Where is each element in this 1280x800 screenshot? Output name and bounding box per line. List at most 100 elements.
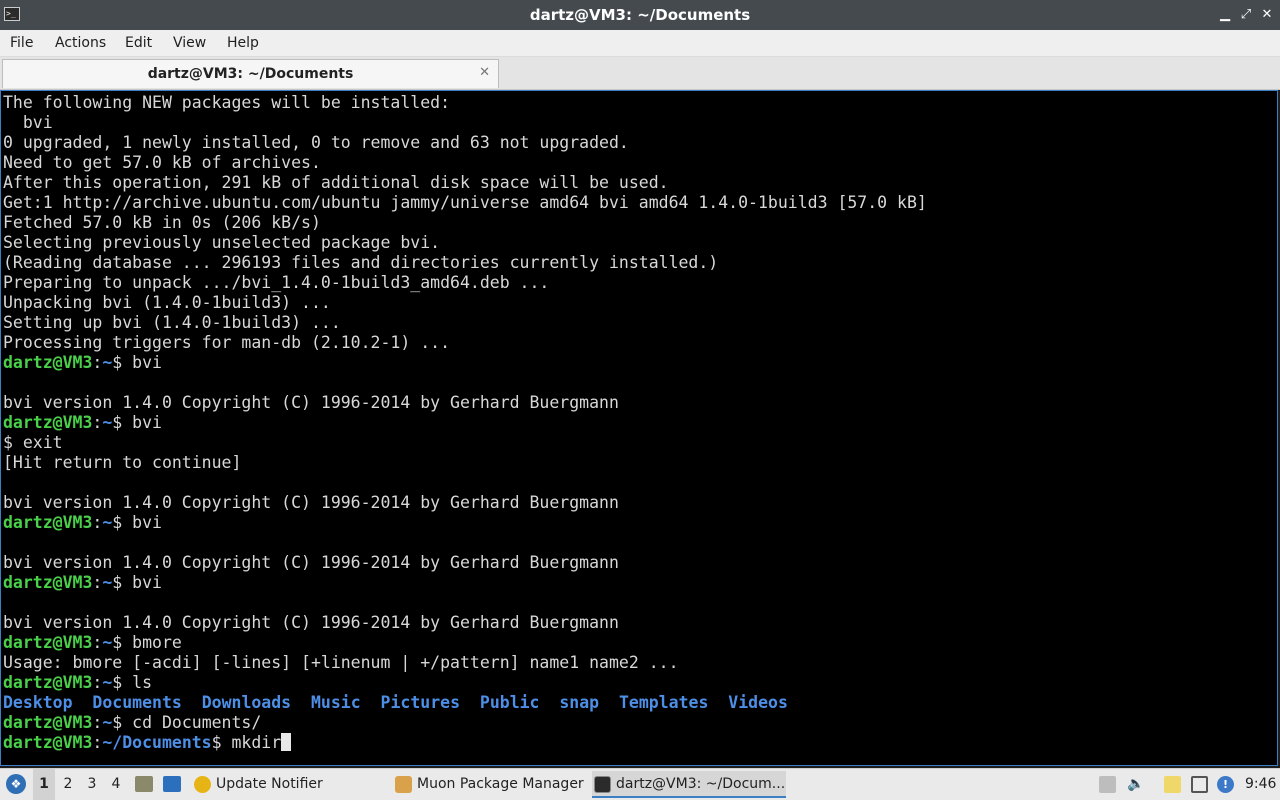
terminal-line: dartz@VM3:~$ bmore <box>3 633 182 652</box>
terminal-line: Need to get 57.0 kB of archives. <box>3 153 321 172</box>
task-update-notifier[interactable]: Update Notifier <box>192 771 406 798</box>
command-text: bvi <box>132 353 162 372</box>
prompt-user: dartz@VM3 <box>3 673 93 692</box>
menu-actions[interactable]: Actions <box>55 30 106 56</box>
network-icon[interactable] <box>1191 776 1208 793</box>
task-muon-package-manager[interactable]: Muon Package Manager <box>393 771 612 798</box>
maximize-button[interactable]: ⤢ <box>1238 7 1254 23</box>
terminal-line: The following NEW packages will be insta… <box>3 93 451 112</box>
prompt-user: dartz@VM3 <box>3 713 93 732</box>
terminal-line: Get:1 http://archive.ubuntu.com/ubuntu j… <box>3 193 927 212</box>
terminal-line: dartz@VM3:~$ bvi <box>3 353 162 372</box>
directory-entry: Documents <box>92 693 182 712</box>
tab-bar: dartz@VM3: ~/Documents ✕ <box>0 57 1280 90</box>
terminal-line: dartz@VM3:~$ bvi <box>3 513 162 532</box>
file-manager-icon[interactable] <box>135 776 153 792</box>
terminal-line: Processing triggers for man-db (2.10.2-1… <box>3 333 451 352</box>
directory-entry: Pictures <box>380 693 461 712</box>
start-menu-icon[interactable]: ❖ <box>6 774 26 794</box>
terminal-line: Fetched 57.0 kB in 0s (206 kB/s) <box>3 213 321 232</box>
directory-entry: Templates <box>619 693 709 712</box>
text-cursor <box>281 733 292 751</box>
terminal-line: Desktop Documents Downloads Music Pictur… <box>3 693 927 713</box>
taskbar: ❖ 1 2 3 4 Update Notifier Muon Package M… <box>0 768 1280 800</box>
task-label: Muon Package Manager <box>417 776 584 792</box>
task-label: Update Notifier <box>216 776 323 792</box>
prompt-user: dartz@VM3 <box>3 513 93 532</box>
command-text: cd Documents/ <box>132 713 262 732</box>
terminal-line: Usage: bmore [-acdi] [-lines] [+linenum … <box>3 653 679 672</box>
directory-entry: Downloads <box>201 693 292 712</box>
prompt-path: ~ <box>102 413 113 432</box>
terminal-line: 0 upgraded, 1 newly installed, 0 to remo… <box>3 133 629 152</box>
menu-view[interactable]: View <box>173 30 206 56</box>
command-text: ls <box>132 673 153 692</box>
prompt-path: ~/Documents <box>102 733 212 752</box>
package-manager-icon <box>395 776 412 793</box>
prompt-path: ~ <box>102 573 113 592</box>
terminal-line: dartz@VM3:~$ bvi <box>3 573 162 592</box>
prompt-user: dartz@VM3 <box>3 733 93 752</box>
clipboard-icon[interactable] <box>1164 776 1181 793</box>
directory-entry: Music <box>310 693 361 712</box>
tab-close-icon[interactable]: ✕ <box>479 66 490 80</box>
workspace-3[interactable]: 3 <box>81 769 103 800</box>
menu-help[interactable]: Help <box>227 30 259 56</box>
prompt-path: ~ <box>102 673 113 692</box>
tab-terminal[interactable]: dartz@VM3: ~/Documents ✕ <box>2 59 499 88</box>
tray-eject-icon[interactable] <box>1099 776 1116 793</box>
minimize-button[interactable]: ▁ <box>1217 7 1233 23</box>
terminal-line: dartz@VM3:~/Documents$ mkdir <box>3 733 927 753</box>
workspace-1[interactable]: 1 <box>33 769 55 800</box>
show-desktop-icon[interactable] <box>163 776 181 792</box>
menu-bar: File Actions Edit View Help <box>0 30 1280 57</box>
workspace-2[interactable]: 2 <box>57 769 79 800</box>
workspace-4[interactable]: 4 <box>105 769 127 800</box>
terminal-line: Selecting previously unselected package … <box>3 233 441 252</box>
terminal-line: Unpacking bvi (1.4.0-1build3) ... <box>3 293 331 312</box>
update-notifier-icon <box>194 776 211 793</box>
command-text: bmore <box>132 633 182 652</box>
command-text: mkdir <box>231 733 282 752</box>
window-title: dartz@VM3: ~/Documents <box>529 6 751 24</box>
terminal-line: dartz@VM3:~$ bvi <box>3 413 162 432</box>
directory-entry: snap <box>559 693 600 712</box>
directory-entry: Public <box>479 693 540 712</box>
prompt-user: dartz@VM3 <box>3 353 93 372</box>
directory-entry: Videos <box>728 693 788 712</box>
terminal-line: bvi <box>3 113 53 132</box>
clock: 9:46 <box>1245 776 1277 792</box>
prompt-user: dartz@VM3 <box>3 633 93 652</box>
prompt-user: dartz@VM3 <box>3 413 93 432</box>
terminal-output: The following NEW packages will be insta… <box>3 93 927 753</box>
menu-edit[interactable]: Edit <box>125 30 152 56</box>
notification-icon[interactable]: ! <box>1217 776 1234 793</box>
terminal-line: Preparing to unpack .../bvi_1.4.0-1build… <box>3 273 550 292</box>
command-text: bvi <box>132 413 162 432</box>
terminal-icon <box>594 776 611 793</box>
tab-label: dartz@VM3: ~/Documents <box>147 66 354 82</box>
close-button[interactable]: ✕ <box>1259 7 1275 23</box>
menu-file[interactable]: File <box>10 30 33 56</box>
terminal-line: bvi version 1.4.0 Copyright (C) 1996-201… <box>3 393 619 412</box>
command-text: bvi <box>132 573 162 592</box>
prompt-path: ~ <box>102 353 113 372</box>
task-label: dartz@VM3: ~/Docum... <box>616 776 786 792</box>
directory-entry: Desktop <box>3 693 73 712</box>
terminal-view[interactable]: The following NEW packages will be insta… <box>0 90 1278 766</box>
prompt-path: ~ <box>102 713 113 732</box>
terminal-line: Setting up bvi (1.4.0-1build3) ... <box>3 313 341 332</box>
task-terminal[interactable]: dartz@VM3: ~/Docum... <box>592 771 786 798</box>
terminal-line: bvi version 1.4.0 Copyright (C) 1996-201… <box>3 553 619 572</box>
terminal-line: $ exit <box>3 433 63 452</box>
prompt-user: dartz@VM3 <box>3 573 93 592</box>
volume-icon[interactable]: 🔈 <box>1127 776 1144 793</box>
terminal-line: dartz@VM3:~$ ls <box>3 673 153 692</box>
prompt-path: ~ <box>102 633 113 652</box>
terminal-line: dartz@VM3:~$ cd Documents/ <box>3 713 262 732</box>
terminal-line: bvi version 1.4.0 Copyright (C) 1996-201… <box>3 613 619 632</box>
